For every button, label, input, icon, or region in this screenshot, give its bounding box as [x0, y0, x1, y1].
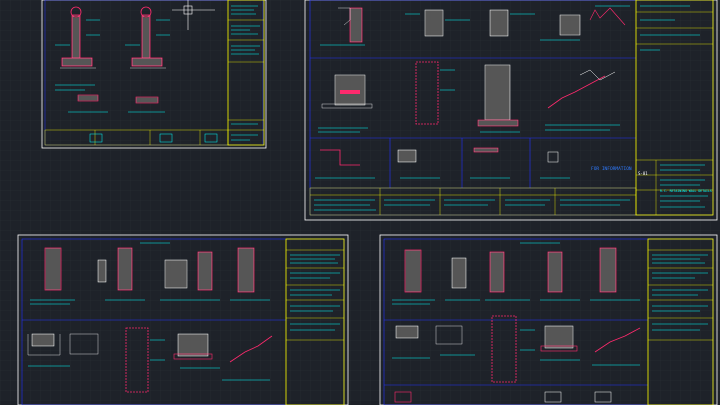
model-space-grid — [0, 0, 720, 405]
sheet-number: S-01 — [638, 171, 648, 176]
drawing-title: R.C. RETAINING WALL DETAILS — [660, 189, 712, 193]
cad-drawing-canvas[interactable]: S-01 FOR INFORMATION R.C. RETAINING WALL… — [0, 0, 720, 405]
for-information-stamp: FOR INFORMATION — [591, 166, 632, 172]
